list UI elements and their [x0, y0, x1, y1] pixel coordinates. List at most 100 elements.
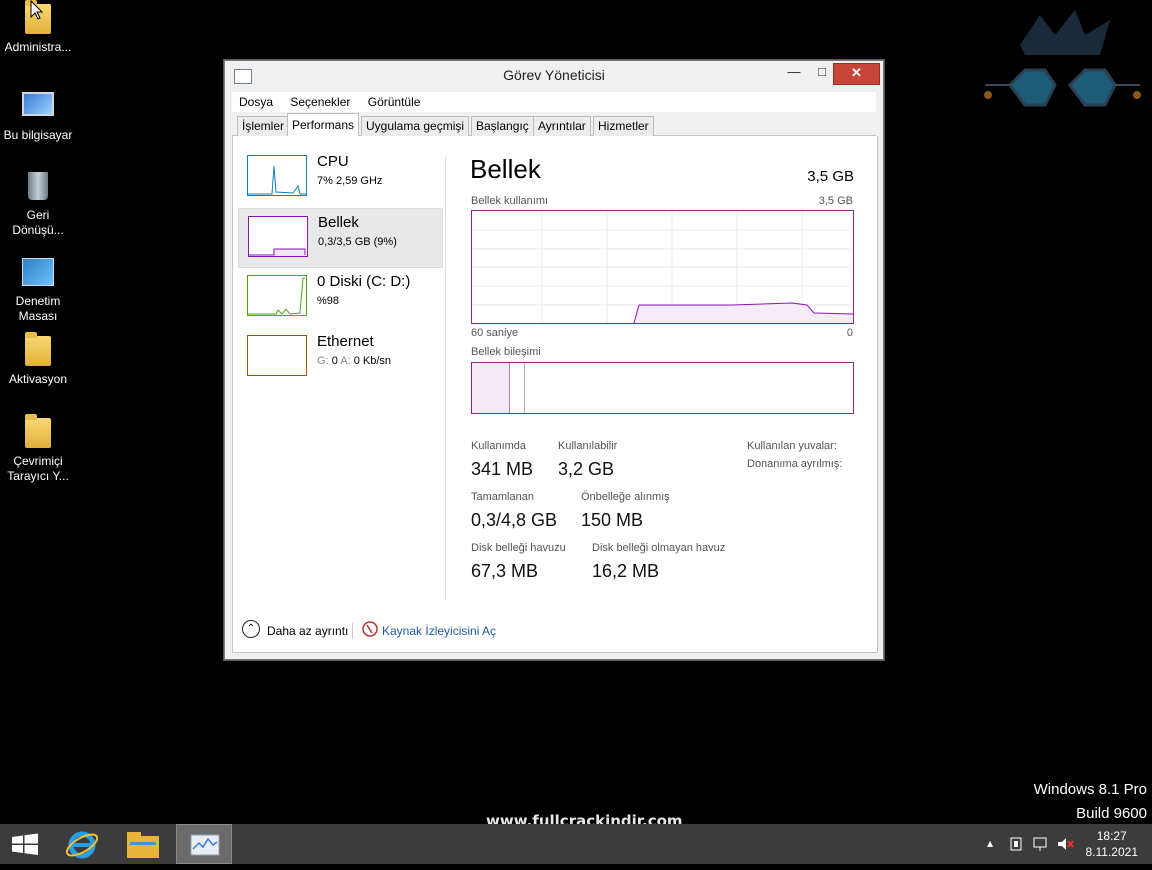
fewer-details-link[interactable]: Daha az ayrıntı [267, 624, 348, 638]
ethernet-thumbnail-graph [247, 335, 307, 376]
receive-label: A: [340, 355, 351, 367]
perf-item-memory[interactable]: Bellek 0,3/3,5 GB (9%) [238, 208, 443, 268]
memory-usage-chart [471, 210, 854, 324]
clock-time: 18:27 [1096, 829, 1127, 843]
footer-separator [352, 623, 353, 639]
tab-processes[interactable]: İşlemler [237, 116, 290, 136]
folder-icon [22, 332, 54, 368]
perf-item-ethernet[interactable]: Ethernet G: 0 A: 0 Kb/sn [238, 328, 441, 386]
composition-label: Bellek bileşimi [471, 346, 541, 358]
minimize-button[interactable]: — [781, 63, 807, 83]
windows-logo-icon [12, 833, 38, 855]
receive-value: 0 Kb/sn [353, 355, 392, 367]
desktop-icon-label: Bu bilgisayar [3, 128, 73, 142]
pane-divider [445, 156, 446, 600]
ethernet-label: Ethernet [317, 333, 374, 350]
network-icon[interactable] [1032, 836, 1050, 852]
task-manager-window: Görev Yöneticisi — □ ✕ Dosya Seçenekler … [224, 60, 884, 660]
committed-label: Tamamlanan [471, 491, 534, 503]
tab-performance[interactable]: Performans [287, 113, 360, 137]
menu-view[interactable]: Görüntüle [361, 92, 428, 112]
desktop-icon-recycle-bin[interactable]: Geri Dönüşü... [0, 172, 76, 238]
memory-total: 3,5 GB [807, 168, 854, 185]
action-center-icon[interactable] [1008, 836, 1024, 852]
nonpaged-pool-value: 16,2 MB [592, 561, 660, 581]
desktop-icon-control-panel[interactable]: Denetim Masası [0, 256, 76, 324]
desktop-icon-label: Geri Dönüşü... [12, 208, 64, 237]
paged-pool-label: Disk belleği havuzu [471, 542, 566, 554]
tab-app-history[interactable]: Uygulama geçmişi [361, 116, 470, 136]
desktop-icon-activation[interactable]: Aktivasyon [0, 332, 76, 387]
clock-date: 8.11.2021 [1085, 845, 1139, 859]
watermark-logo-icon [984, 10, 1141, 107]
tab-startup[interactable]: Başlangıç [471, 116, 534, 136]
memory-usage: 0,3/3,5 GB (9%) [318, 236, 397, 248]
system-clock[interactable]: 18:27 8.11.2021 [1086, 828, 1139, 860]
close-button[interactable]: ✕ [833, 63, 880, 85]
send-label: G: [317, 355, 329, 367]
perf-item-disk[interactable]: 0 Diski (C: D:) %98 [238, 268, 441, 326]
control-panel-icon [22, 258, 54, 290]
menu-file[interactable]: Dosya [232, 92, 280, 112]
detail-title: Bellek [470, 154, 541, 184]
paged-pool-value: 67,3 MB [471, 561, 539, 581]
nonpaged-pool-label: Disk belleği olmayan havuz [592, 542, 726, 554]
cpu-label: CPU [317, 153, 349, 170]
internet-explorer-icon [65, 831, 99, 859]
show-hidden-icons-button[interactable]: ▴ [987, 836, 993, 850]
file-explorer-icon [127, 832, 159, 858]
title-bar[interactable]: Görev Yöneticisi — □ ✕ [225, 61, 883, 91]
memory-thumbnail-graph [248, 216, 308, 257]
hardware-reserved-label: Donanıma ayrılmış: [747, 458, 843, 470]
tab-strip: İşlemler Performans Uygulama geçmişi Baş… [232, 113, 876, 137]
start-button[interactable] [0, 824, 56, 864]
available-value: 3,2 GB [558, 459, 615, 479]
desktop-icon-this-pc[interactable]: Bu bilgisayar [0, 90, 76, 143]
cached-value: 150 MB [581, 510, 644, 530]
in-use-label: Kullanımda [471, 440, 527, 452]
task-manager-icon [190, 834, 220, 856]
performance-panel: CPU 7% 2,59 GHz Bellek 0,3/3,5 GB (9%) 0… [232, 136, 878, 653]
desktop-icon-label: Administra... [4, 40, 72, 54]
ethernet-throughput: G: 0 A: 0 Kb/sn [317, 355, 391, 367]
disk-thumbnail-graph [247, 275, 307, 316]
taskbar: ▴ 18:27 8.11.2021 [0, 824, 1152, 864]
desktop-icon-label: Denetim Masası [15, 294, 61, 323]
usage-chart-max: 3,5 GB [818, 195, 853, 207]
desktop-icon-label: Aktivasyon [8, 372, 68, 386]
desktop-icon-label: Çevrimiçi Tarayıcı Y... [7, 454, 69, 483]
in-use-value: 341 MB [471, 459, 534, 479]
available-label: Kullanılabilir [558, 440, 618, 452]
open-resource-monitor-link[interactable]: Kaynak İzleyicisini Aç [382, 624, 496, 638]
file-explorer-button[interactable] [116, 824, 172, 864]
chart-axis-left: 60 saniye [471, 327, 519, 339]
send-value: 0 [331, 355, 338, 367]
tab-services[interactable]: Hizmetler [593, 116, 654, 136]
chart-axis-right: 0 [846, 327, 853, 339]
tab-details[interactable]: Ayrıntılar [533, 116, 591, 136]
cpu-usage: 7% 2,59 GHz [317, 175, 383, 187]
chevron-up-icon[interactable]: ⌃ [242, 620, 260, 638]
resource-monitor-icon [362, 621, 378, 637]
perf-item-cpu[interactable]: CPU 7% 2,59 GHz [238, 148, 441, 206]
desktop-icon-online-browser[interactable]: Çevrimiçi Tarayıcı Y... [0, 414, 76, 484]
usage-chart-label: Bellek kullanımı [471, 195, 549, 207]
internet-explorer-button[interactable] [56, 824, 112, 864]
computer-icon [22, 92, 54, 124]
folder-icon [22, 414, 54, 450]
slots-used-label: Kullanılan yuvalar: [747, 440, 837, 452]
menu-bar: Dosya Seçenekler Görüntüle [232, 92, 876, 112]
composition-modified [510, 363, 525, 413]
committed-value: 0,3/4,8 GB [471, 510, 558, 530]
cached-label: Önbelleğe alınmış [581, 491, 670, 503]
os-edition-text: Windows 8.1 Pro [1033, 781, 1147, 798]
mouse-pointer-icon [30, 0, 44, 20]
menu-options[interactable]: Seçenekler [283, 92, 357, 112]
volume-muted-icon[interactable] [1056, 836, 1074, 852]
memory-label: Bellek [318, 214, 359, 231]
maximize-button[interactable]: □ [809, 63, 835, 83]
recycle-bin-icon [22, 172, 54, 204]
disk-label: 0 Diski (C: D:) [317, 273, 411, 290]
memory-composition-bar [471, 362, 854, 414]
task-manager-taskbar-button[interactable] [176, 824, 232, 864]
